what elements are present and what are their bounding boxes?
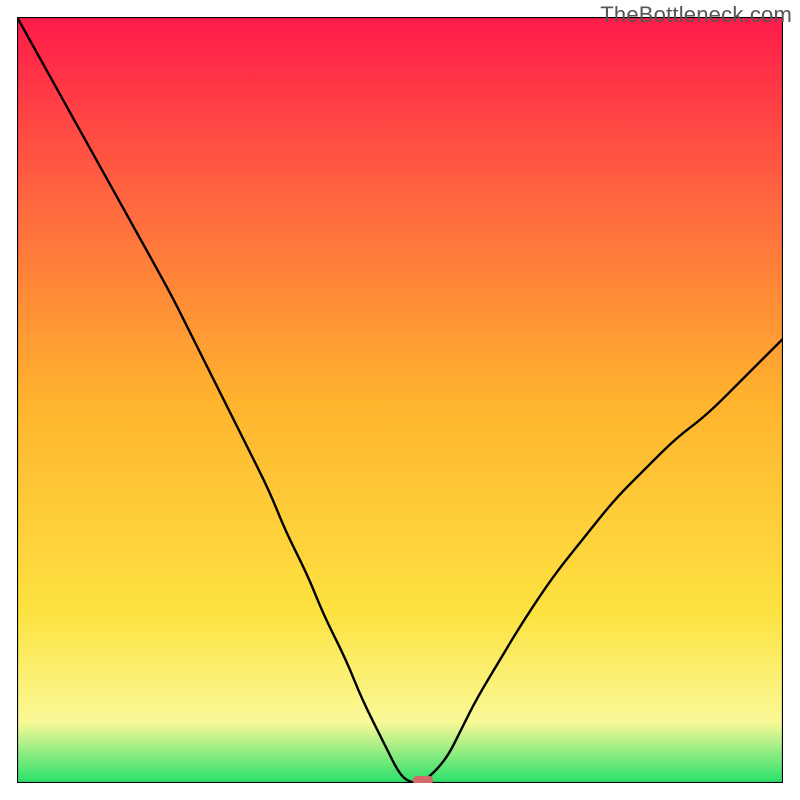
watermark-text: TheBottleneck.com (600, 2, 792, 28)
chart-svg (17, 17, 783, 783)
bottleneck-chart: TheBottleneck.com (0, 0, 800, 800)
gradient-background (17, 17, 783, 783)
plot-area (17, 17, 783, 783)
optimal-marker (413, 776, 433, 783)
